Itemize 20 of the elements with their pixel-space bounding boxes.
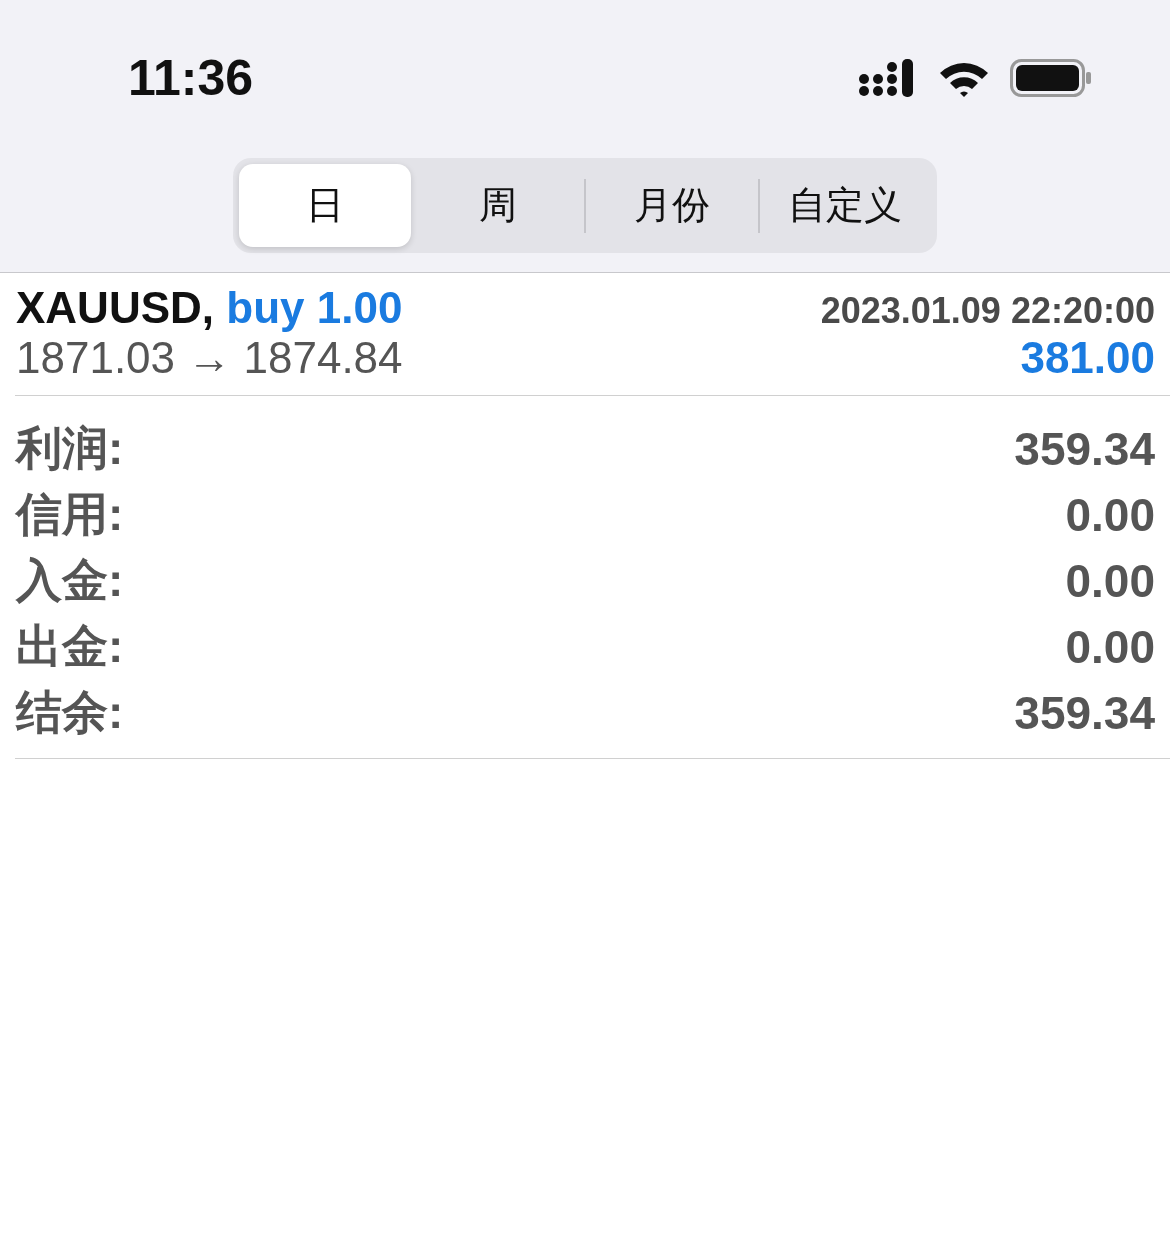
summary-value: 359.34 (1014, 422, 1155, 476)
period-tab[interactable]: 日 (239, 164, 411, 247)
summary-label: 入金: (16, 553, 124, 608)
summary-value: 0.00 (1065, 554, 1155, 608)
summary-label: 利润: (16, 421, 124, 476)
status-time: 11:36 (128, 49, 254, 107)
summary-label: 出金: (16, 619, 124, 674)
summary-value: 359.34 (1014, 686, 1155, 740)
period-tab[interactable]: 月份 (586, 164, 758, 247)
summary-label: 信用: (16, 487, 124, 542)
summary-value: 0.00 (1065, 488, 1155, 542)
battery-icon (1010, 59, 1092, 97)
trade-title: XAUUSD, buy 1.00 (16, 283, 403, 333)
summary-value: 0.00 (1065, 620, 1155, 674)
trade-time: 2023.01.09 22:20:00 (820, 290, 1155, 332)
trade-prices: 1871.03 → 1874.84 (16, 333, 403, 383)
period-tab[interactable]: 自定义 (759, 164, 931, 247)
summary-label: 结余: (16, 685, 124, 740)
period-tab[interactable]: 周 (412, 164, 584, 247)
trade-profit: 381.00 (1020, 333, 1155, 383)
